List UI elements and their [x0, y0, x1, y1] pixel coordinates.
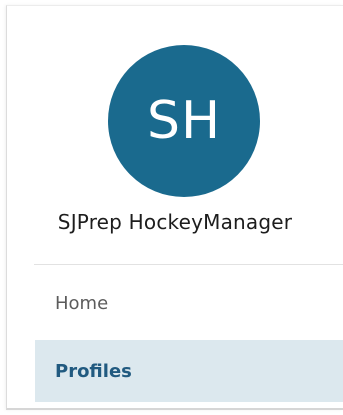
user-name: SJPrep HockeyManager	[57, 210, 293, 234]
nav-item-home[interactable]: Home	[35, 272, 343, 334]
nav-item-label: Home	[55, 292, 109, 314]
avatar[interactable]: SH	[108, 45, 260, 197]
divider	[34, 264, 343, 265]
nav-item-label: Profiles	[55, 360, 132, 382]
sidebar: SH SJPrep HockeyManager Home Profiles	[6, 5, 343, 410]
avatar-initials: SH	[146, 91, 222, 151]
nav-item-profiles[interactable]: Profiles	[35, 340, 343, 402]
